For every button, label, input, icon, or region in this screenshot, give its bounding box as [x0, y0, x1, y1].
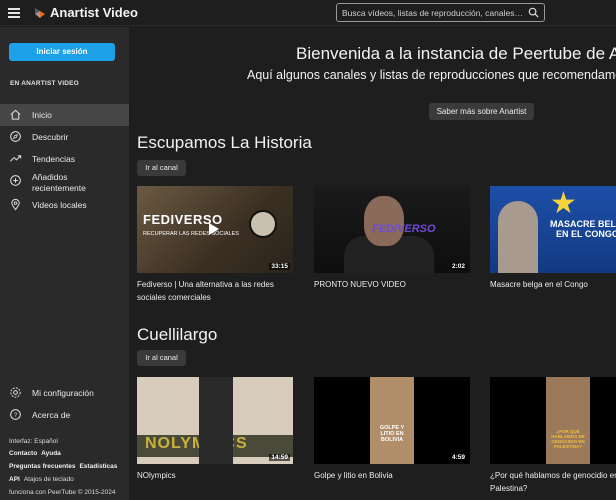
menu-icon[interactable]: [8, 8, 20, 18]
sidebar-item-locales[interactable]: Videos locales: [0, 194, 129, 216]
thumbnail-text: EN EL CONGO: [556, 229, 616, 239]
video-title[interactable]: Golpe y litio en Bolivia: [314, 469, 470, 482]
trending-icon: [10, 155, 22, 162]
sidebar-item-label: Videos locales: [32, 200, 87, 210]
contact-link[interactable]: Contacto: [9, 450, 37, 457]
thumbnail-text: MASACRE BELGA: [550, 219, 616, 229]
thumbnail-subtext: RECUPERAR LAS REDES SOCIALES: [143, 231, 239, 237]
sidebar-item-inicio[interactable]: Inicio: [0, 104, 129, 126]
stats-link[interactable]: Estadísticas: [79, 463, 117, 470]
sidebar-section-title: EN ANARTIST VIDEO: [10, 80, 79, 87]
sidebar-item-tendencias[interactable]: Tendencias: [0, 148, 129, 170]
footer-links-row2: Preguntas frecuentes Estadísticas: [9, 463, 117, 470]
thumbnail-text: GOLPE Y LITIO EN BOLIVIA: [379, 425, 405, 443]
thumbnail-text: ¿POR QUÉ HABLAMOS DE GENOCIDIO EN PALEST…: [551, 429, 585, 449]
video-duration: 33:15: [269, 263, 290, 270]
search-box[interactable]: [336, 3, 545, 22]
anarchy-logo-icon: [249, 210, 277, 238]
video-duration: 4:59: [449, 454, 467, 461]
sidebar-item-label: Inicio: [32, 110, 52, 120]
discover-icon: [10, 131, 21, 142]
brand-name[interactable]: Anartist Video: [50, 5, 138, 20]
sidebar-item-label: Añadidos recientemente: [32, 172, 86, 193]
video-title[interactable]: Masacre belga en el Congo: [490, 278, 616, 291]
sidebar: Iniciar sesión EN ANARTIST VIDEO Inicio …: [0, 27, 129, 500]
thumbnail-figure: [546, 377, 590, 464]
video-thumbnail[interactable]: FEDIVERSO RECUPERAR LAS REDES SOCIALES 3…: [137, 186, 293, 273]
video-thumbnail[interactable]: FEDIVERSO 2:02: [314, 186, 470, 273]
video-title[interactable]: NOlympics: [137, 469, 293, 482]
go-to-channel-button[interactable]: Ir al canal: [137, 350, 186, 366]
sidebar-item-label: Mi configuración: [32, 388, 94, 398]
video-card[interactable]: ★ MASACRE BELGA EN EL CONGO Masacre belg…: [490, 186, 616, 291]
welcome-subtitle: Aquí algunos canales y listas de reprodu…: [247, 68, 616, 82]
thumbnail-figure: [498, 201, 538, 273]
video-card[interactable]: NOLYMPICS 14:59 NOlympics: [137, 377, 293, 482]
sidebar-item-acerca[interactable]: ? Acerca de: [0, 404, 129, 426]
video-card[interactable]: FEDIVERSO RECUPERAR LAS REDES SOCIALES 3…: [137, 186, 293, 304]
api-link[interactable]: API: [9, 476, 20, 483]
video-duration: 14:59: [269, 454, 290, 461]
shortcuts-link[interactable]: Atajos de teclado: [24, 476, 74, 483]
thumbnail-face: [364, 196, 404, 246]
location-icon: [11, 198, 20, 211]
star-icon: ★: [550, 187, 577, 220]
top-header: Anartist Video: [0, 0, 616, 26]
video-title[interactable]: ¿Por qué hablamos de genocidio en Palest…: [490, 469, 616, 495]
sidebar-item-label: Descubrir: [32, 132, 69, 142]
footer-links-row3: API Atajos de teclado: [9, 476, 74, 483]
help-icon: ?: [10, 409, 21, 420]
section-title[interactable]: Escupamos La Historia: [137, 133, 312, 153]
section-title[interactable]: Cuellilargo: [137, 325, 217, 345]
peertube-logo-icon[interactable]: [34, 7, 46, 19]
footer-links-row1: Contacto Ayuda: [9, 450, 61, 457]
thumbnail-figure: [199, 377, 233, 464]
video-card[interactable]: GOLPE Y LITIO EN BOLIVIA 4:59 Golpe y li…: [314, 377, 470, 482]
svg-text:?: ?: [14, 412, 18, 419]
interface-language[interactable]: Interfaz: Español: [9, 438, 58, 445]
main-content: Bienvenida a la instancia de Peertube de…: [129, 27, 616, 500]
video-thumbnail[interactable]: GOLPE Y LITIO EN BOLIVIA 4:59: [314, 377, 470, 464]
search-input[interactable]: [342, 5, 524, 20]
video-thumbnail[interactable]: ★ MASACRE BELGA EN EL CONGO: [490, 186, 616, 273]
video-title[interactable]: PRONTO NUEVO VIDEO: [314, 278, 470, 291]
login-button[interactable]: Iniciar sesión: [9, 43, 115, 61]
powered-by[interactable]: funciona con PeerTube © 2015-2024: [9, 489, 115, 496]
play-icon[interactable]: [209, 223, 219, 235]
sidebar-item-recientes[interactable]: Añadidos recientemente: [0, 170, 129, 196]
video-card[interactable]: ¿POR QUÉ HABLAMOS DE GENOCIDIO EN PALEST…: [490, 377, 616, 495]
help-link[interactable]: Ayuda: [41, 450, 61, 457]
video-card[interactable]: FEDIVERSO 2:02 PRONTO NUEVO VIDEO: [314, 186, 470, 291]
video-title[interactable]: Fediverso | Una alternativa a las redes …: [137, 278, 293, 304]
go-to-channel-button[interactable]: Ir al canal: [137, 160, 186, 176]
gear-icon: [10, 387, 21, 398]
video-duration: 2:02: [449, 263, 467, 270]
search-icon[interactable]: [528, 7, 539, 18]
video-thumbnail[interactable]: ¿POR QUÉ HABLAMOS DE GENOCIDIO EN PALEST…: [490, 377, 616, 464]
sidebar-item-label: Tendencias: [32, 154, 76, 164]
sidebar-item-label: Acerca de: [32, 410, 71, 420]
thumbnail-figure: [370, 377, 414, 464]
home-icon: [10, 109, 21, 120]
video-thumbnail[interactable]: NOLYMPICS 14:59: [137, 377, 293, 464]
welcome-title: Bienvenida a la instancia de Peertube de…: [296, 44, 616, 63]
sidebar-item-descubrir[interactable]: Descubrir: [0, 126, 129, 148]
thumbnail-text: FEDIVERSO: [372, 223, 436, 235]
add-circle-icon: [10, 175, 21, 186]
faq-link[interactable]: Preguntas frecuentes: [9, 463, 75, 470]
learn-more-button[interactable]: Saber más sobre Anartist: [429, 103, 534, 120]
sidebar-item-configuracion[interactable]: Mi configuración: [0, 382, 129, 404]
